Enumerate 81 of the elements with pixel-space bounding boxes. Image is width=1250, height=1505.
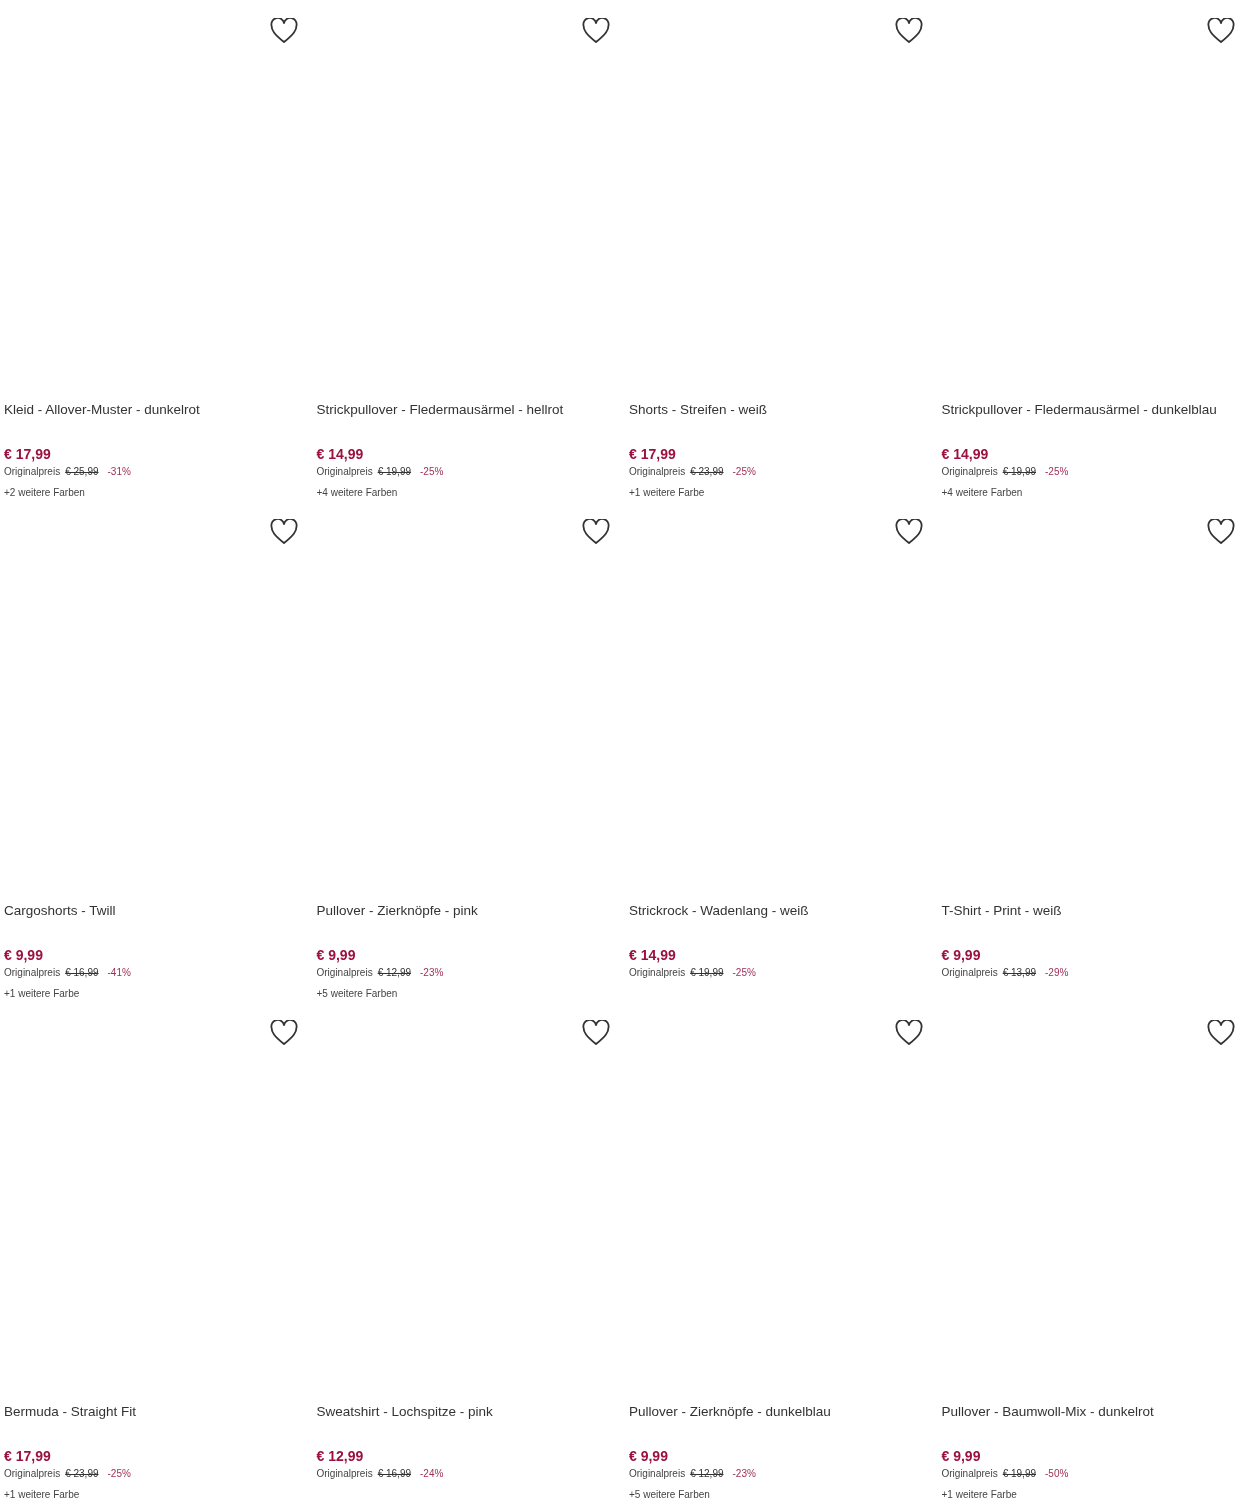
sale-price: € 9,99 [629,1447,669,1466]
product-title[interactable]: Sweatshirt - Lochspitze - pink [316,1402,621,1422]
original-price: € 19,99 [1002,1467,1036,1481]
wishlist-heart-icon[interactable] [582,18,610,44]
more-colors-text: +5 weitere Farben [629,1488,711,1502]
wishlist-heart-icon[interactable] [1207,18,1235,44]
wishlist-heart-icon[interactable] [582,1020,610,1046]
more-colors-text: +1 weitere Farbe [4,987,81,1001]
original-price-label: Originalpreis [316,966,373,980]
wishlist-heart-icon[interactable] [582,519,610,545]
more-colors-text: +4 weitere Farben [941,486,1024,500]
product-title[interactable]: Pullover - Baumwoll-Mix - dunkelrot [941,1402,1246,1422]
original-price-label: Originalpreis [629,465,686,479]
original-price-label: Originalpreis [941,465,998,479]
discount: -25% [420,465,444,479]
product-title[interactable]: T-Shirt - Print - weiß [941,901,1246,921]
sale-price: € 9,99 [4,946,44,965]
sale-price: € 12,99 [316,1447,365,1466]
original-price-label: Originalpreis [316,1467,373,1481]
original-price: € 12,99 [377,966,411,980]
original-price-label: Originalpreis [629,966,686,980]
original-price: € 12,99 [690,1467,724,1481]
discount: -25% [1045,465,1069,479]
original-price: € 16,99 [377,1467,411,1481]
wishlist-heart-icon[interactable] [269,1020,298,1046]
discount: -23% [420,966,444,980]
original-price-label: Originalpreis [941,966,998,980]
sale-price: € 9,99 [941,1447,982,1466]
wishlist-heart-icon[interactable] [1207,1020,1235,1046]
discount: -25% [732,966,756,980]
more-colors-text: +4 weitere Farben [316,486,399,500]
wishlist-heart-icon[interactable] [894,1020,923,1046]
discount: -25% [107,1467,131,1481]
original-price: € 25,99 [65,465,99,479]
discount: -24% [420,1467,444,1481]
discount: -25% [732,465,756,479]
discount: -41% [107,966,131,980]
discount: -31% [107,465,131,479]
discount: -23% [732,1467,756,1481]
product-title[interactable]: Strickrock - Wadenlang - weiß [629,901,934,921]
original-price-label: Originalpreis [941,1467,998,1481]
product-title[interactable]: Strickpullover - Fledermausärmel - hellrot [316,400,621,420]
sale-price: € 17,99 [4,1447,52,1466]
product-title[interactable]: Pullover - Zierknöpfe - pink [316,901,621,921]
more-colors-text: +2 weitere Farben [4,486,86,500]
product-title[interactable]: Kleid - Allover-Muster - dunkelrot [4,400,309,420]
sale-price: € 14,99 [941,445,990,464]
product-title[interactable]: Cargoshorts - Twill [4,901,309,921]
more-colors-text: +1 weitere Farbe [4,1488,81,1502]
discount: -50% [1045,1467,1069,1481]
original-price-label: Originalpreis [316,465,373,479]
more-colors-text: +1 weitere Farbe [941,1488,1018,1502]
sale-price: € 14,99 [316,445,365,464]
original-price: € 19,99 [1002,465,1036,479]
original-price-label: Originalpreis [629,1467,686,1481]
wishlist-heart-icon[interactable] [1207,519,1235,545]
sale-price: € 17,99 [629,445,677,464]
original-price: € 19,99 [377,465,411,479]
product-title[interactable]: Shorts - Streifen - weiß [629,400,934,420]
original-price-label: Originalpreis [4,465,61,479]
original-price: € 19,99 [690,966,724,980]
wishlist-heart-icon[interactable] [269,18,298,44]
sale-price: € 14,99 [629,946,677,965]
product-title[interactable]: Bermuda - Straight Fit [4,1402,309,1422]
wishlist-heart-icon[interactable] [894,519,923,545]
sale-price: € 17,99 [4,445,52,464]
original-price-label: Originalpreis [4,1467,61,1481]
original-price-label: Originalpreis [4,966,61,980]
original-price: € 23,99 [65,1467,99,1481]
wishlist-heart-icon[interactable] [269,519,298,545]
product-title[interactable]: Pullover - Zierknöpfe - dunkelblau [629,1402,934,1422]
original-price: € 16,99 [65,966,99,980]
product-title[interactable]: Strickpullover - Fledermausärmel - dunkelblau [941,400,1246,420]
more-colors-text: +1 weitere Farbe [629,486,706,500]
sale-price: € 9,99 [941,946,982,965]
discount: -29% [1045,966,1069,980]
original-price: € 13,99 [1002,966,1036,980]
wishlist-heart-icon[interactable] [894,18,923,44]
sale-price: € 9,99 [316,946,357,965]
original-price: € 23,99 [690,465,724,479]
more-colors-text: +5 weitere Farben [316,987,399,1001]
